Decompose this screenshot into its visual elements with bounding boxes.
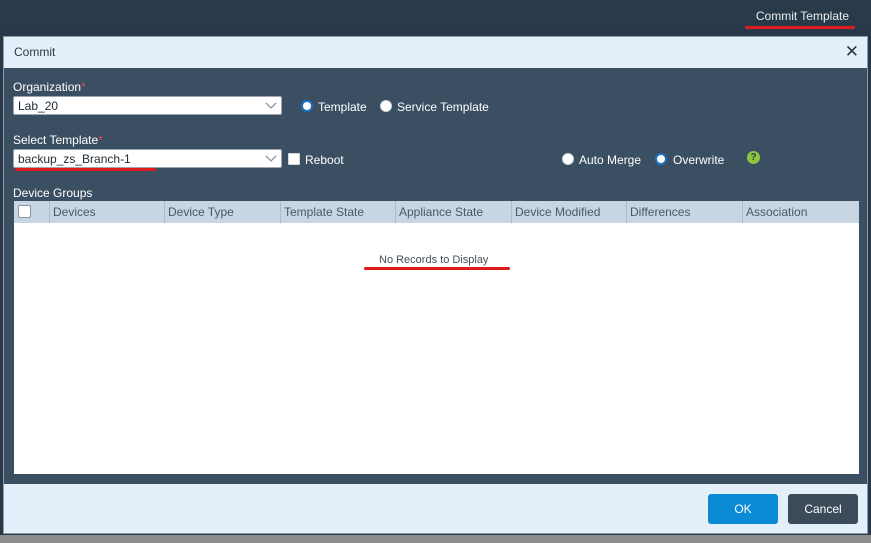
column-header-template-state[interactable]: Template State bbox=[281, 201, 396, 223]
select-template-value: backup_zs_Branch-1 bbox=[18, 152, 131, 166]
page-backdrop bbox=[0, 535, 871, 543]
annotation-underline bbox=[364, 267, 510, 270]
ok-button[interactable]: OK bbox=[708, 494, 778, 524]
table-header: Devices Device Type Template State Appli… bbox=[14, 201, 859, 223]
column-header-device-type[interactable]: Device Type bbox=[165, 201, 281, 223]
chevron-down-icon bbox=[265, 155, 277, 162]
select-all-checkbox[interactable] bbox=[18, 205, 31, 218]
top-bar: Commit Template bbox=[0, 0, 871, 30]
device-groups-label: Device Groups bbox=[13, 186, 93, 200]
column-header-differences[interactable]: Differences bbox=[627, 201, 743, 223]
empty-state-text: No Records to Display bbox=[379, 254, 489, 266]
column-header-appliance-state[interactable]: Appliance State bbox=[396, 201, 512, 223]
service-template-radio-label: Service Template bbox=[397, 100, 489, 114]
organization-label: Organization* bbox=[13, 80, 86, 94]
auto-merge-label: Auto Merge bbox=[579, 153, 642, 167]
device-groups-table: Devices Device Type Template State Appli… bbox=[14, 201, 859, 474]
reboot-checkbox[interactable] bbox=[288, 153, 300, 165]
annotation-underline bbox=[745, 26, 855, 29]
organization-select[interactable]: Lab_20 bbox=[13, 96, 282, 115]
template-radio-label: Template bbox=[318, 100, 367, 114]
dialog-header: Commit ✕ bbox=[4, 37, 867, 68]
overwrite-label: Overwrite bbox=[673, 153, 725, 167]
dialog-title: Commit bbox=[14, 45, 56, 59]
overwrite-radio[interactable] bbox=[655, 153, 667, 165]
select-all-header bbox=[14, 201, 50, 223]
commit-template-link[interactable]: Commit Template bbox=[756, 9, 849, 23]
annotation-underline bbox=[15, 168, 156, 171]
reboot-label: Reboot bbox=[305, 153, 344, 167]
column-header-association[interactable]: Association bbox=[743, 201, 859, 223]
service-template-radio[interactable] bbox=[380, 100, 392, 112]
select-template-select[interactable]: backup_zs_Branch-1 bbox=[13, 149, 282, 168]
auto-merge-radio[interactable] bbox=[562, 153, 574, 165]
select-template-label: Select Template* bbox=[13, 133, 103, 147]
column-header-device-modified[interactable]: Device Modified bbox=[512, 201, 627, 223]
commit-dialog: Commit ✕ Organization* Lab_20 Template S… bbox=[3, 36, 868, 534]
help-icon[interactable]: ? bbox=[747, 151, 760, 164]
dialog-footer: OK Cancel bbox=[4, 484, 867, 533]
cancel-button[interactable]: Cancel bbox=[788, 494, 858, 524]
chevron-down-icon bbox=[265, 102, 277, 109]
template-radio[interactable] bbox=[301, 100, 313, 112]
column-header-devices[interactable]: Devices bbox=[50, 201, 165, 223]
close-icon[interactable]: ✕ bbox=[845, 43, 859, 60]
organization-value: Lab_20 bbox=[18, 99, 59, 113]
